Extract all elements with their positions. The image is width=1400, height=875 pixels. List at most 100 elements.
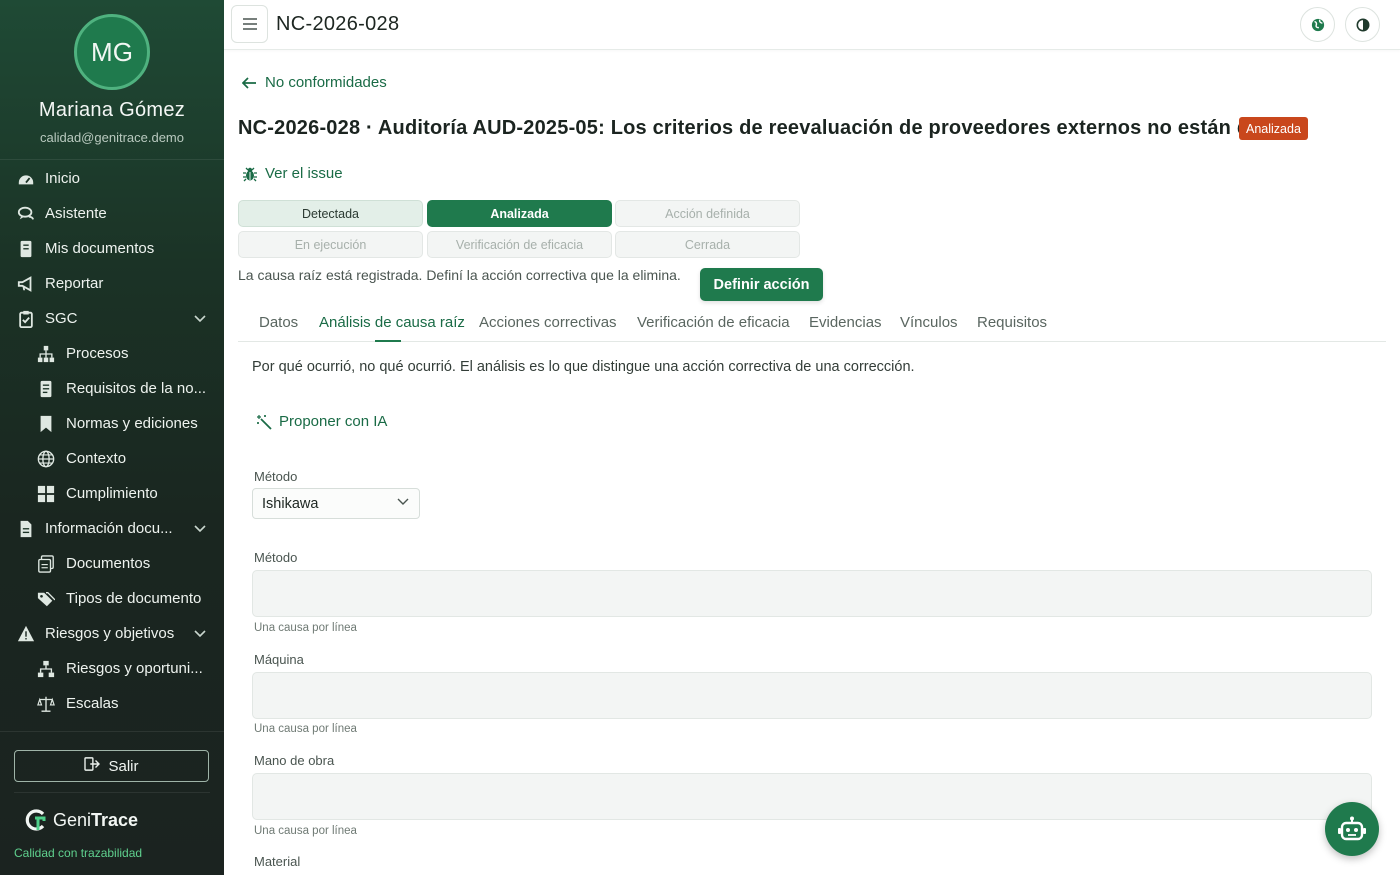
tags-icon (36, 589, 56, 609)
hamburger-icon (242, 18, 257, 30)
top-bar: NC-2026-028 (224, 0, 1400, 50)
user-name: Mariana Gómez (38, 99, 186, 121)
sidebar-item-requisitos[interactable]: Requisitos de la no... (0, 371, 224, 406)
cause-field-label: Material (254, 854, 301, 869)
brand-name-prefix: Geni (53, 809, 92, 830)
sidebar-item-label: Documentos (66, 555, 151, 572)
file-icon (16, 519, 36, 539)
megaphone-icon (16, 274, 36, 294)
step-detectada[interactable]: Detectada (238, 200, 423, 227)
back-link[interactable]: No conformidades (242, 74, 387, 91)
brand-logo: Geni Trace (23, 808, 138, 832)
cause-mano-de-obra-textarea[interactable] (252, 773, 1372, 820)
assistant-fab-button[interactable] (1325, 802, 1379, 856)
sidebar-item-label: SGC (45, 310, 78, 327)
divider (14, 792, 210, 793)
magic-wand-icon (257, 414, 272, 430)
back-link-label: No conformidades (265, 74, 387, 91)
sidebar-item-contexto[interactable]: Contexto (0, 441, 224, 476)
document-icon (16, 239, 36, 259)
globe-icon (36, 449, 56, 469)
view-issue-link[interactable]: Ver el issue (242, 165, 343, 182)
user-profile: MG Mariana Gómez calidad@genitrace.demo (0, 0, 224, 160)
sidebar-item-mis-documentos[interactable]: Mis documentos (0, 231, 224, 266)
sidebar-nav: Inicio Asistente Mis documentos Reportar… (0, 161, 224, 731)
sidebar-item-procesos[interactable]: Procesos (0, 336, 224, 371)
tab-analisis-causa-raiz[interactable]: Análisis de causa raíz (319, 314, 465, 331)
cause-metodo-textarea[interactable] (252, 570, 1372, 617)
propose-with-ai-label: Proponer con IA (279, 413, 388, 430)
bug-icon (243, 167, 257, 181)
sidebar-item-label: Riesgos y objetivos (45, 625, 175, 642)
active-tab-indicator (375, 340, 401, 342)
logout-button[interactable]: Salir (14, 750, 209, 782)
document-list-icon (36, 379, 56, 399)
main-content: No conformidades NC-2026-028 · Auditoría… (224, 51, 1400, 875)
method-select-value: Ishikawa (262, 495, 319, 512)
sidebar-item-label: Mis documentos (45, 240, 155, 257)
cause-maquina-textarea[interactable] (252, 672, 1372, 719)
step-analizada[interactable]: Analizada (427, 200, 612, 227)
field-help-text: Una causa por línea (254, 825, 357, 837)
cause-field-label: Máquina (254, 652, 304, 667)
logout-label: Salir (108, 757, 139, 775)
sidebar-item-tipos-documento[interactable]: Tipos de documento (0, 581, 224, 616)
propose-with-ai-button[interactable]: Proponer con IA (256, 413, 387, 430)
tab-requisitos[interactable]: Requisitos (977, 314, 1047, 331)
tab-verificacion-eficacia[interactable]: Verificación de eficacia (637, 314, 790, 331)
documents-stack-icon (36, 554, 56, 574)
chevron-down-icon (397, 498, 409, 505)
sidebar-footer: Salir Geni Trace Calidad con trazabilidad (0, 731, 224, 875)
chevron-down-icon (194, 628, 206, 640)
warning-icon (16, 624, 36, 644)
sidebar-item-reportar[interactable]: Reportar (0, 266, 224, 301)
sidebar-item-escalas[interactable]: Escalas (0, 686, 224, 721)
view-issue-label: Ver el issue (265, 165, 343, 182)
sidebar-item-normas[interactable]: Normas y ediciones (0, 406, 224, 441)
method-select[interactable]: Ishikawa (252, 488, 420, 519)
define-action-button[interactable]: Definir acción (700, 268, 823, 301)
tab-evidencias[interactable]: Evidencias (809, 314, 882, 331)
sidebar-item-informacion-documentada[interactable]: Información docu... (0, 511, 224, 546)
sidebar-item-label: Normas y ediciones (66, 415, 198, 432)
chevron-down-icon (194, 313, 206, 325)
sidebar-item-documentos[interactable]: Documentos (0, 546, 224, 581)
theme-toggle-button[interactable] (1345, 7, 1380, 42)
arrow-left-icon (242, 76, 256, 89)
sidebar-item-cumplimiento[interactable]: Cumplimiento (0, 476, 224, 511)
sidebar-item-label: Tipos de documento (66, 590, 202, 607)
status-badge: Analizada (1239, 117, 1308, 140)
chat-icon (16, 204, 36, 224)
record-tabs: Datos Análisis de causa raíz Acciones co… (238, 305, 1386, 342)
avatar[interactable]: MG (74, 14, 150, 90)
robot-icon (1338, 816, 1366, 841)
sidebar-item-riesgos-objetivos[interactable]: Riesgos y objetivos (0, 616, 224, 651)
sidebar-item-riesgos-oportunidades[interactable]: Riesgos y oportuni... (0, 651, 224, 686)
tab-acciones-correctivas[interactable]: Acciones correctivas (479, 314, 617, 331)
menu-toggle-button[interactable] (231, 5, 268, 43)
sidebar-item-sgc[interactable]: SGC (0, 301, 224, 336)
grid-icon (36, 484, 56, 504)
dashboard-icon (16, 169, 36, 189)
sidebar-item-inicio[interactable]: Inicio (0, 161, 224, 196)
record-title: NC-2026-028 · Auditoría AUD-2025-05: Los… (238, 117, 1267, 139)
logo-icon (25, 809, 46, 831)
tab-vinculos[interactable]: Vínculos (900, 314, 958, 331)
tab-datos[interactable]: Datos (259, 314, 298, 331)
language-button[interactable] (1300, 7, 1335, 42)
sidebar-item-label: Asistente (45, 205, 107, 222)
sidebar-item-label: Contexto (66, 450, 127, 467)
contrast-icon (1356, 18, 1369, 31)
step-cerrada[interactable]: Cerrada (615, 231, 800, 258)
next-step-hint: La causa raíz está registrada. Definí la… (238, 267, 681, 283)
sidebar-item-asistente[interactable]: Asistente (0, 196, 224, 231)
step-en-ejecucion[interactable]: En ejecución (238, 231, 423, 258)
step-verificacion-eficacia[interactable]: Verificación de eficacia (427, 231, 612, 258)
sidebar-item-label: Escalas (66, 695, 119, 712)
brand-name-suffix: Trace (91, 809, 139, 830)
sidebar-item-label: Procesos (66, 345, 129, 362)
sidebar-item-label: Riesgos y oportuni... (66, 660, 203, 677)
step-accion-definida[interactable]: Acción definida (615, 200, 800, 227)
field-help-text: Una causa por línea (254, 622, 357, 634)
section-description: Por qué ocurrió, no qué ocurrió. El anál… (252, 359, 915, 375)
